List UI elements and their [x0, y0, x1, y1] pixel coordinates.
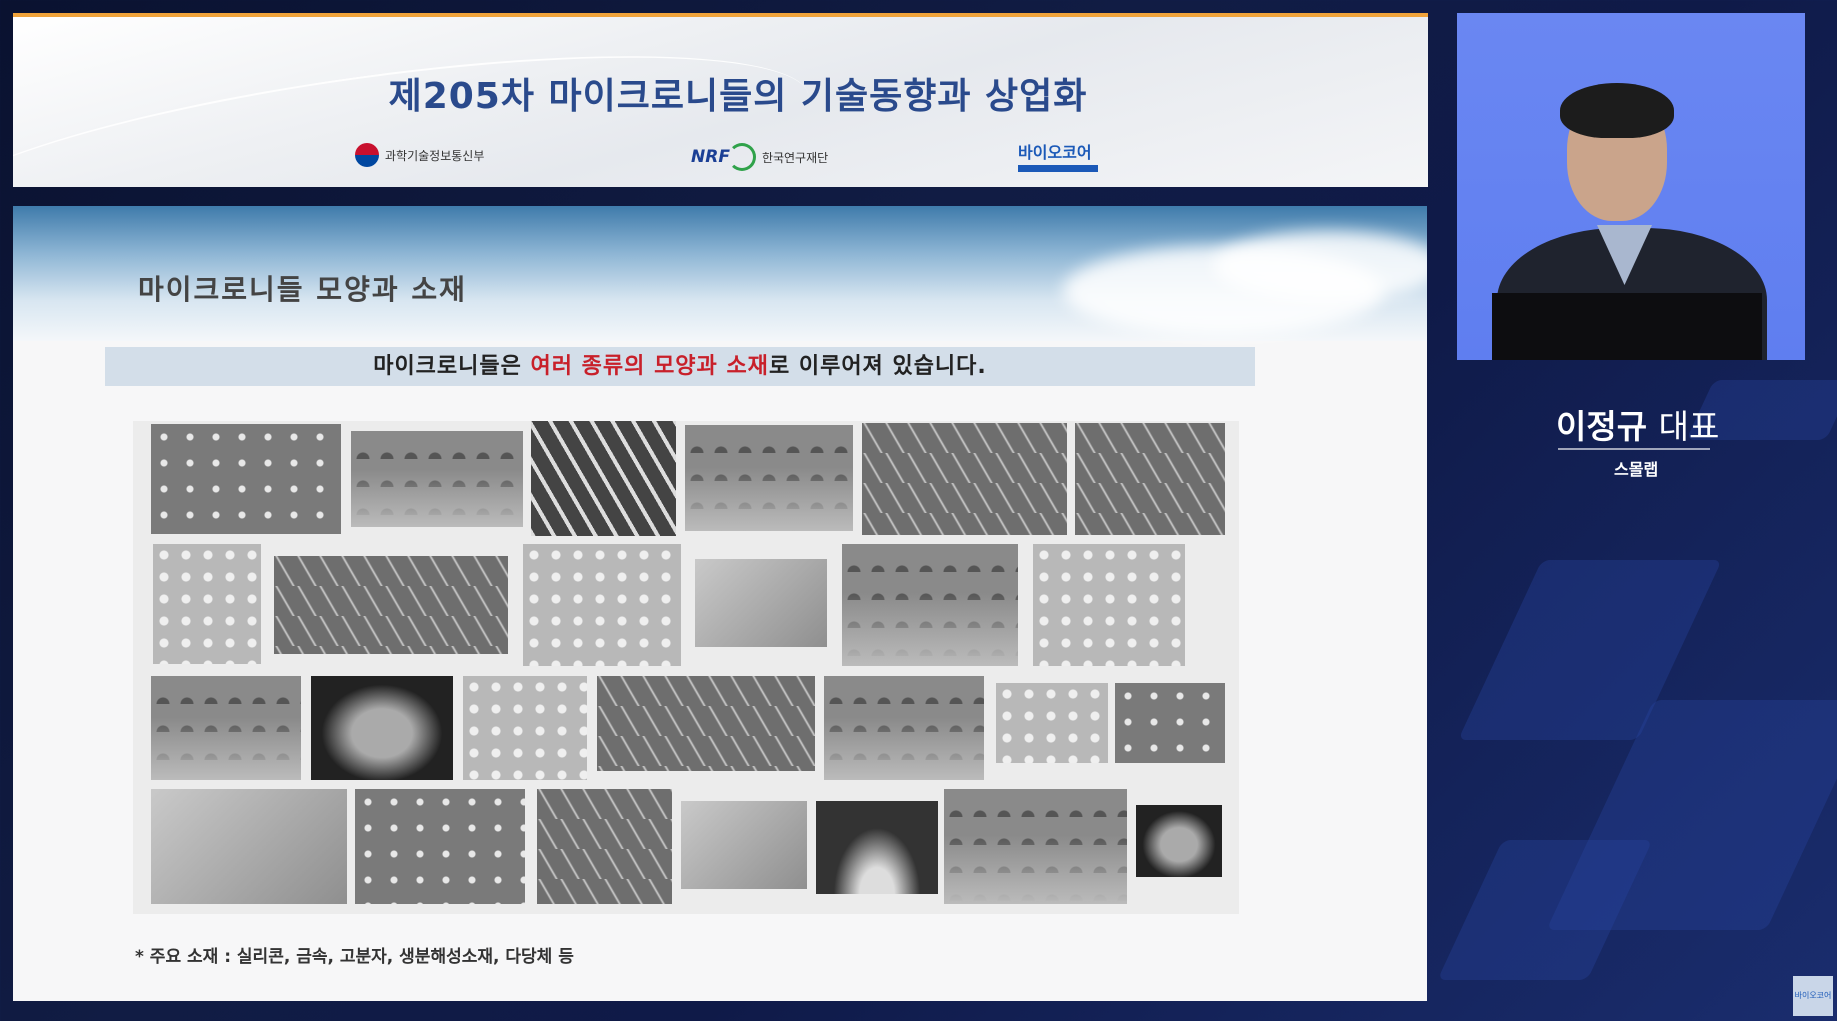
- msit-logo-text: 과학기술정보통신부: [385, 148, 485, 163]
- subtitle-prefix: 마이크로니들은: [373, 354, 531, 379]
- microneedle-image: [523, 544, 681, 666]
- taegeuk-icon: [355, 143, 379, 167]
- microneedle-image: [1033, 544, 1185, 666]
- subtitle-suffix: 로 이루어져 있습니다.: [768, 354, 987, 379]
- speaker-video: [1457, 13, 1805, 360]
- microneedle-image-collage: [133, 421, 1239, 914]
- microneedle-image: [351, 431, 523, 527]
- nrf-logo-text: 한국연구재단: [761, 150, 829, 165]
- speaker-name: 이정규 대표: [1556, 400, 1719, 448]
- subtitle-highlight: 여러 종류의 모양과 소재: [530, 354, 769, 379]
- biocore-logo: 바이오코어: [1018, 139, 1098, 172]
- biocore-logo-bar: [1018, 165, 1098, 172]
- cloud-decoration: [1213, 231, 1427, 301]
- speaker-name-divider: [1558, 448, 1710, 450]
- microneedle-image: [311, 676, 453, 780]
- microneedle-image: [537, 789, 672, 904]
- microneedle-image: [274, 556, 508, 654]
- microneedle-image: [824, 676, 984, 780]
- microneedle-image: [1115, 683, 1225, 763]
- microneedle-image: [842, 544, 1018, 666]
- nrf-swirl-icon: [727, 143, 756, 171]
- microneedle-image: [685, 425, 853, 531]
- slide-subtitle: 마이크로니들은 여러 종류의 모양과 소재로 이루어져 있습니다.: [105, 347, 1255, 386]
- slide-title: 마이크로니들 모양과 소재: [138, 273, 467, 306]
- microneedle-image: [695, 559, 827, 647]
- biocore-corner-logo: 바이오코어: [1793, 976, 1833, 1016]
- microneedle-image: [597, 676, 815, 771]
- microneedle-image: [531, 421, 676, 536]
- msit-logo: 과학기술정보통신부: [355, 143, 484, 167]
- biocore-logo-text: 바이오코어: [1018, 143, 1092, 162]
- header-title: 제205차 마이크로니들의 기술동향과 상업화: [388, 76, 1088, 117]
- microneedle-image: [153, 544, 261, 664]
- speaker-name-text: 이정규: [1556, 407, 1648, 446]
- nrf-logo: NRF 한국연구재단: [691, 143, 828, 171]
- nrf-logo-mark: NRF: [691, 147, 730, 167]
- microneedle-image: [1136, 805, 1222, 877]
- microneedle-image: [816, 801, 938, 894]
- microneedle-image: [151, 424, 341, 534]
- microneedle-image: [151, 789, 347, 904]
- speaker-organization: 스몰랩: [1614, 460, 1659, 479]
- materials-footnote: * 주요 소재 : 실리콘, 금속, 고분자, 생분해성소재, 다당체 등: [135, 947, 574, 967]
- microneedle-image: [355, 789, 525, 904]
- microneedle-image: [681, 801, 807, 889]
- microneedle-image: [944, 789, 1127, 904]
- microneedle-image: [1075, 423, 1225, 535]
- speaker-hair: [1560, 83, 1674, 138]
- header-banner: 제205차 마이크로니들의 기술동향과 상업화 과학기술정보통신부 NRF 한국…: [13, 13, 1428, 187]
- microneedle-image: [151, 676, 301, 780]
- microneedle-image: [862, 423, 1067, 535]
- microneedle-image: [996, 683, 1108, 763]
- laptop: [1492, 293, 1762, 360]
- microneedle-image: [463, 676, 587, 780]
- presentation-slide: 마이크로니들 모양과 소재 마이크로니들은 여러 종류의 모양과 소재로 이루어…: [13, 206, 1427, 1001]
- speaker-rank: 대표: [1658, 407, 1720, 446]
